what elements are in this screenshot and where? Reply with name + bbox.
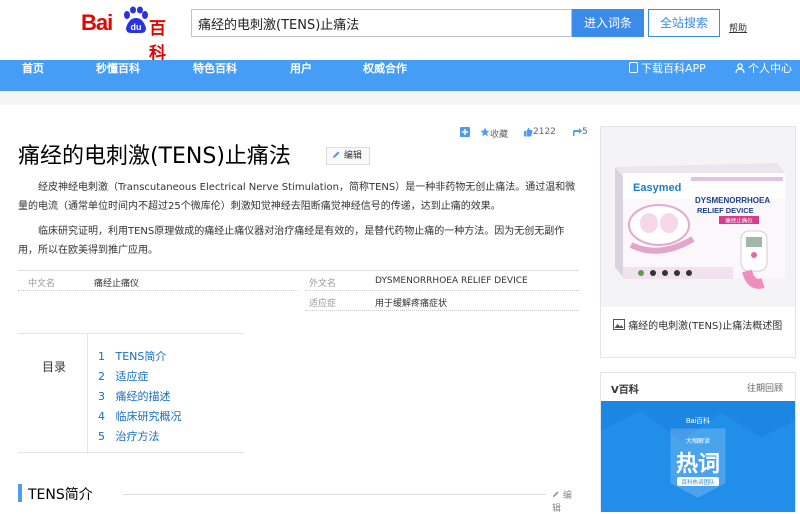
- section-title: TENS简介: [28, 487, 93, 503]
- toc-label: 目录: [42, 360, 67, 374]
- logo-baike-text: 百科: [149, 19, 166, 64]
- title-edit-button[interactable]: 编辑: [326, 147, 370, 165]
- section-heading-tens: TENS简介 编辑: [18, 484, 579, 514]
- download-app-label: 下载百科APP: [641, 62, 706, 75]
- v-baike-box: V百科 往期回顾 Bai百科 大咖解读 热词 百科热词团队: [600, 372, 796, 512]
- nav-item-video[interactable]: 秒懂百科: [96, 60, 140, 91]
- toc-item[interactable]: 5 治疗方法: [98, 428, 160, 444]
- summary-paragraph-1: 经皮神经电刺激（Transcutaneous Electrical Nerve …: [18, 182, 576, 212]
- divider: [305, 310, 579, 311]
- pencil-icon: [333, 151, 340, 158]
- nav-item-special[interactable]: 特色百科: [193, 60, 237, 91]
- cn-name-value: 痛经止痛仪: [94, 279, 140, 289]
- past-review-link[interactable]: 往期回顾: [747, 381, 783, 394]
- enter-entry-button[interactable]: 进入词条: [572, 9, 644, 37]
- poster-brand: Bai百科: [686, 416, 710, 425]
- section-edit-button[interactable]: 编辑: [552, 488, 579, 514]
- star-icon: [480, 127, 490, 137]
- personal-center-link[interactable]: 个人中心: [735, 60, 792, 91]
- search-input[interactable]: [191, 9, 572, 37]
- toc-item[interactable]: 2 适应症: [98, 368, 149, 384]
- poster-tag: 百科热词团队: [681, 478, 715, 486]
- basic-info-table: 中文名 痛经止痛仪 外文名 DYSMENORRHOEA RELIEF DEVIC…: [18, 270, 579, 311]
- image-icon: [613, 319, 625, 330]
- help-link[interactable]: 帮助: [729, 21, 747, 34]
- box-line1: DYSMENORRHOEA: [695, 196, 770, 205]
- v-baike-title: V百科: [611, 385, 639, 396]
- phone-icon: [629, 62, 638, 73]
- title-edit-label: 编辑: [343, 151, 362, 161]
- add-icon[interactable]: [460, 127, 470, 140]
- album-caption[interactable]: 痛经的电刺激(TENS)止痛法概述图: [613, 319, 789, 335]
- box-cn: 痛经止痛仪: [725, 217, 753, 225]
- table-of-contents: 目录 1 TENS简介 2 适应症 3 痛经的描述 4 临床研究概况 5 治疗方…: [18, 333, 244, 454]
- cn-name-label: 中文名: [28, 279, 56, 289]
- baidu-baike-logo[interactable]: Bai du 百科: [81, 4, 181, 64]
- share-count: 5: [582, 127, 588, 137]
- main-nav: 首页 秒懂百科 特色百科 用户 权威合作 下载百科APP 个人中心: [0, 60, 800, 91]
- foreign-name-value: DYSMENORRHOEA RELIEF DEVICE: [375, 276, 528, 286]
- indication-value: 用于缓解疼痛症状: [375, 299, 448, 309]
- nav-item-home[interactable]: 首页: [22, 60, 44, 91]
- nav-shadow-band: [0, 91, 800, 105]
- toc-item[interactable]: 3 痛经的描述: [98, 388, 171, 404]
- album-caption-text: 痛经的电刺激(TENS)止痛法概述图: [628, 321, 783, 332]
- v-baike-poster[interactable]: Bai百科 大咖解读 热词 百科热词团队: [601, 401, 795, 512]
- download-app-link[interactable]: 下载百科APP: [629, 60, 706, 91]
- share-icon: [573, 128, 582, 136]
- thumbs-up-icon: [524, 127, 533, 137]
- page-title: 痛经的电刺激(TENS)止痛法: [18, 144, 291, 169]
- collect-button[interactable]: 收藏: [480, 127, 508, 140]
- header: Bai du 百科 进入词条 全站搜索 帮助: [0, 0, 800, 64]
- nav-item-user[interactable]: 用户: [290, 60, 312, 91]
- personal-center-label: 个人中心: [748, 62, 792, 75]
- user-icon: [735, 63, 745, 73]
- logo-bai-text: Bai: [81, 10, 113, 35]
- section-accent-bar: [18, 484, 22, 502]
- toc-item[interactable]: 4 临床研究概况: [98, 408, 182, 424]
- product-image[interactable]: Easymed DYSMENORRHOEA RELIEF DEVICE 痛经止痛…: [601, 127, 795, 307]
- section-divider: [123, 494, 546, 495]
- share-button[interactable]: 5: [572, 127, 588, 140]
- logo-du-text: du: [131, 22, 142, 32]
- pencil-icon: [552, 491, 559, 498]
- summary-album[interactable]: Easymed DYSMENORRHOEA RELIEF DEVICE 痛经止痛…: [600, 126, 796, 358]
- like-button[interactable]: 2122: [523, 127, 556, 140]
- collect-label: 收藏: [490, 130, 509, 140]
- poster-small: 大咖解读: [686, 437, 710, 445]
- poster-big: 热词: [676, 451, 720, 477]
- foreign-name-label: 外文名: [309, 279, 337, 289]
- summary-paragraph-2: 临床研究证明，利用TENS原理做成的痛经止痛仪器对治疗痛经是有效的，是替代药物止…: [18, 226, 565, 256]
- nav-item-authority[interactable]: 权威合作: [363, 60, 407, 91]
- like-count: 2122: [533, 127, 556, 137]
- box-line2: RELIEF DEVICE: [697, 206, 754, 215]
- toc-divider: [87, 334, 88, 454]
- toc-item[interactable]: 1 TENS简介: [98, 348, 166, 364]
- paw-icon: du: [124, 6, 148, 33]
- site-search-button[interactable]: 全站搜索: [648, 9, 720, 37]
- indication-label: 适应症: [309, 299, 337, 309]
- box-brand: Easymed: [633, 182, 681, 194]
